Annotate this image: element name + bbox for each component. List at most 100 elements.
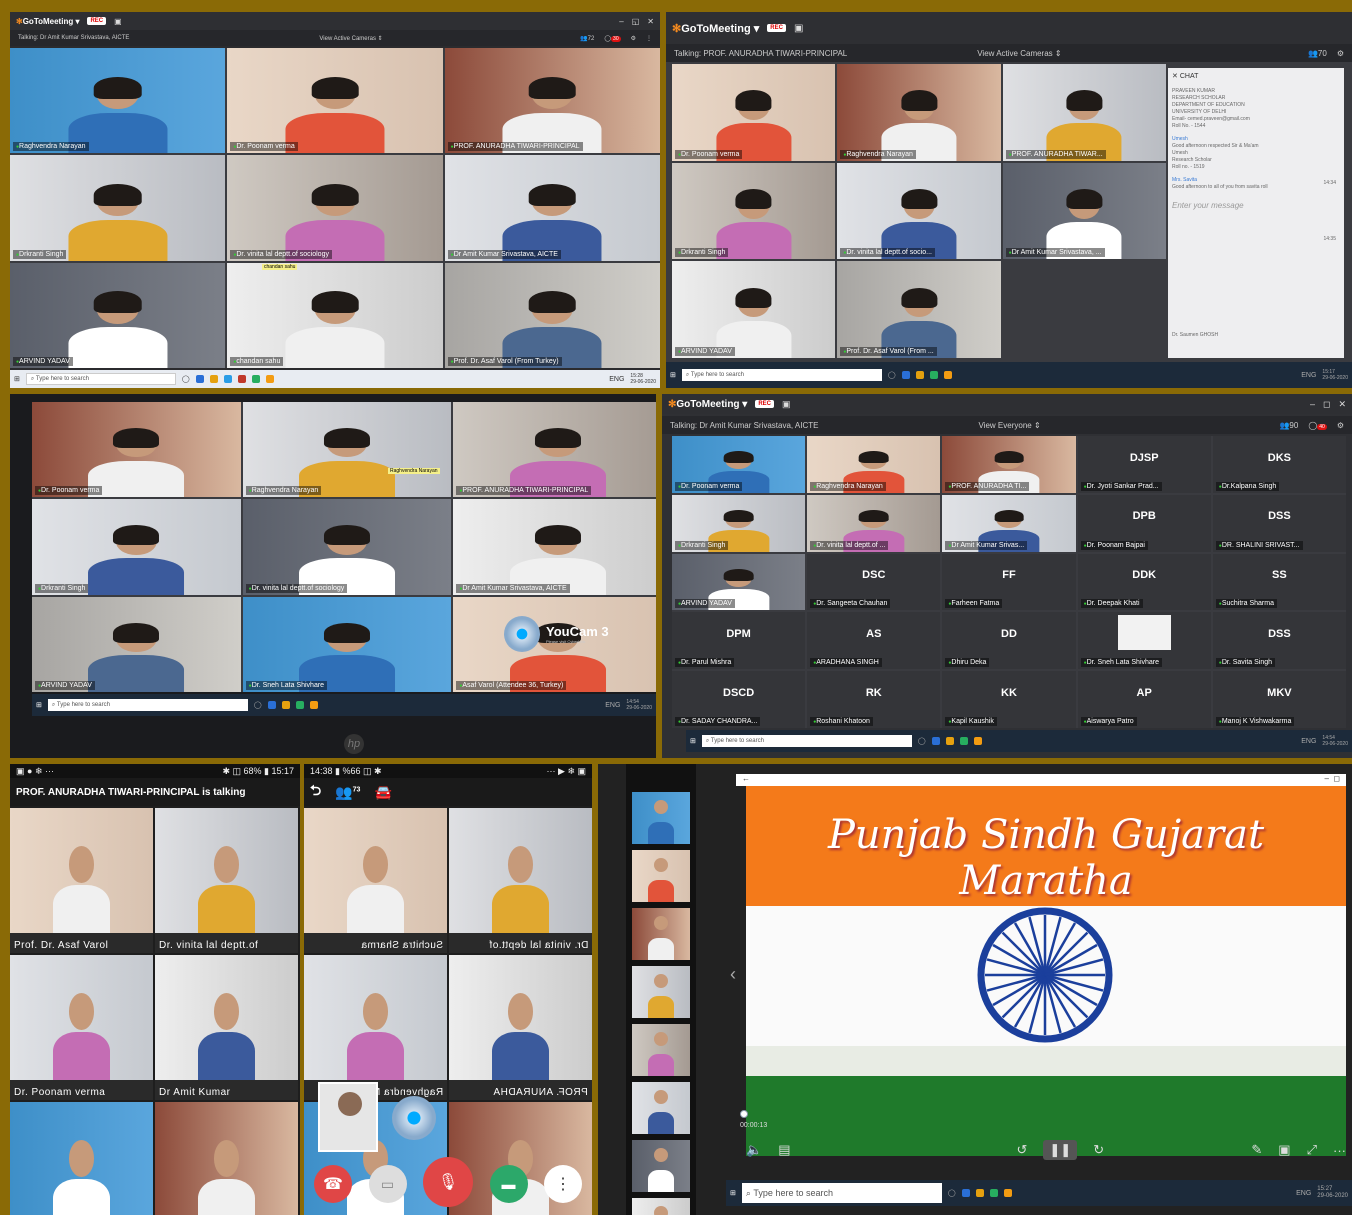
chrome-icon[interactable] (929, 371, 938, 379)
video-tile[interactable]: Raghvendra Narayan (10, 48, 226, 154)
view-cameras-dropdown[interactable]: View Active Cameras ⇕ (977, 49, 1061, 58)
more-icon[interactable]: ··· (1333, 1143, 1346, 1158)
chat-recipient[interactable]: Dr. Saumen GHOSH (1172, 332, 1218, 338)
video-tile[interactable]: ARVIND YADAV (10, 262, 226, 368)
explorer-icon[interactable] (975, 1189, 984, 1197)
edge-icon[interactable] (961, 1189, 970, 1197)
video-tile[interactable]: Dr. Poonam verma (32, 402, 241, 498)
app-logo[interactable]: ✻GoToMeeting ▾ (672, 22, 759, 35)
video-tile[interactable]: Dr. Poonam verma (227, 48, 443, 154)
initials-tile[interactable]: DJSP Dr. Jyoti Sankar Prad... (1077, 436, 1211, 493)
clock[interactable]: 14:54 29-06-2020 (626, 699, 652, 711)
phone-video-tile[interactable]: Dr. Poonam verma (10, 955, 153, 1100)
phone-video-tile[interactable]: Drkranti Singh (155, 1102, 298, 1215)
settings-icon[interactable]: ⚙ (631, 35, 636, 42)
language-indicator[interactable]: ENG (1301, 372, 1316, 379)
initials-tile[interactable]: KK Kapil Kaushik (942, 671, 1076, 728)
restore-icon[interactable]: ◱ (632, 17, 640, 26)
video-tile[interactable]: ARVIND YADAV (672, 553, 806, 611)
screen-share-icon[interactable]: ▣ (114, 17, 122, 26)
minimize-icon[interactable]: – (1310, 399, 1315, 409)
initials-tile[interactable]: Dr. Sneh Lata Shivhare (1077, 612, 1211, 670)
explorer-icon[interactable] (915, 371, 924, 379)
rewind-10-icon[interactable]: ↺ (1016, 1142, 1027, 1158)
video-tile[interactable]: Drkranti Singh (672, 494, 806, 552)
initials-tile[interactable]: RK Roshani Khatoon (807, 671, 941, 728)
more-options-icon[interactable]: ⋮ (544, 1165, 582, 1203)
language-indicator[interactable]: ENG (609, 376, 624, 383)
more-icon[interactable]: ⋮ (646, 35, 652, 42)
edge-icon[interactable] (901, 371, 910, 379)
video-tile[interactable]: Dr. vinita lal deptt.of sociology (242, 499, 452, 595)
edge-icon[interactable] (931, 737, 940, 745)
close-icon[interactable]: ✕ (1338, 399, 1346, 410)
video-tile[interactable]: Raghvendra Narayan (837, 64, 1001, 161)
edge-icon[interactable] (195, 375, 204, 383)
initials-tile[interactable]: AP Aiswarya Patro (1077, 671, 1211, 728)
window-controls[interactable]: – ◻ (1324, 774, 1340, 783)
language-indicator[interactable]: ENG (1296, 1190, 1311, 1197)
mic-muted-icon[interactable]: 🎙 (423, 1157, 473, 1207)
minimize-icon[interactable]: – (619, 17, 623, 26)
windows-start-icon[interactable]: ⊞ (690, 737, 696, 745)
chat-icon[interactable]: ◯ 40 (1308, 421, 1327, 430)
phone-video-tile[interactable]: PROF. ANURADHA (449, 955, 592, 1100)
windows-start-icon[interactable]: ⊞ (670, 371, 676, 379)
video-tile[interactable]: ARVIND YADAV (672, 261, 836, 358)
video-tile[interactable]: PROF. ANURADHA TIWARI-PRINCIPAL (453, 402, 656, 498)
phone-video-tile[interactable]: Dr. vinita lal deptt.of (449, 808, 592, 953)
video-tile[interactable]: Dr Amit Kumar Srivastava, AICTE (444, 155, 660, 261)
clock[interactable]: 14:54 29-06-2020 (1322, 735, 1348, 747)
video-tile[interactable]: Dr. vinita lal deptt.of socio... (837, 162, 1001, 260)
car-mode-icon[interactable]: 🚘 (374, 784, 391, 801)
explorer-icon[interactable] (281, 701, 290, 709)
initials-tile[interactable]: SS Suchitra Sharma (1212, 553, 1346, 611)
close-icon[interactable]: ✕ (647, 17, 654, 26)
video-tile[interactable]: Dr. vinita lal deptt.of ... (807, 494, 941, 552)
screen-share-icon[interactable]: ▣ (794, 23, 803, 34)
video-tile[interactable]: Dr. Poonam verma (672, 64, 836, 161)
gotomeeting-taskbar-icon[interactable] (309, 701, 318, 709)
explorer-icon[interactable] (209, 375, 218, 383)
taskbar-search[interactable]: ⌕ Type here to search (25, 373, 176, 385)
gotomeeting-taskbar-icon[interactable] (1003, 1189, 1012, 1197)
app-logo[interactable]: ✻GoToMeeting ▾ (668, 399, 747, 410)
video-tile[interactable]: Dr Amit Kumar Srivastava, AICTE (453, 499, 656, 595)
attendees-icon[interactable]: 👥90 (1279, 421, 1298, 430)
gotomeeting-taskbar-icon[interactable] (973, 737, 982, 745)
initials-tile[interactable]: DPB Dr. Poonam Bajpai (1077, 494, 1211, 552)
video-tile[interactable]: Prof. Dr. Asaf Varol (From ... (837, 261, 1001, 358)
initials-tile[interactable]: DD Dhiru Deka (942, 612, 1076, 670)
cortana-icon[interactable]: ◯ (182, 375, 190, 383)
taskbar-search[interactable]: ⌕ Type here to search (47, 699, 248, 711)
initials-tile[interactable]: AS ARADHANA SINGH (807, 612, 941, 670)
video-tile[interactable]: Drkranti Singh (32, 499, 241, 595)
video-tile[interactable]: Dr. Sneh Lata Shivhare (242, 596, 452, 692)
cortana-icon[interactable]: ◯ (888, 371, 896, 379)
explorer-icon[interactable] (945, 737, 954, 745)
video-tile[interactable]: Dr Amit Kumar Srivastava, ... (1002, 162, 1166, 260)
strip-thumbnail[interactable] (632, 1140, 690, 1192)
video-tile[interactable]: Dr Amit Kumar Srivas... (942, 494, 1076, 552)
initials-tile[interactable]: MKV Manoj K Vishwakarma (1212, 671, 1346, 728)
video-tile[interactable]: Drkranti Singh (10, 155, 226, 261)
cortana-icon[interactable]: ◯ (918, 737, 926, 745)
strip-thumbnail[interactable] (632, 850, 690, 902)
share-screen-icon[interactable]: ▬ (489, 1165, 528, 1203)
volume-icon[interactable]: 🔈 (746, 1142, 762, 1158)
initials-tile[interactable]: DSS Dr. Savita Singh (1212, 612, 1346, 670)
edge-icon[interactable] (267, 701, 276, 709)
initials-tile[interactable]: DPM Dr. Parul Mishra (672, 612, 806, 670)
screen-share-icon[interactable]: ▣ (782, 399, 791, 410)
initials-tile[interactable]: DSC Dr. Sangeeta Chauhan (807, 553, 941, 611)
phone-video-tile[interactable]: Suchitra Sharma (304, 808, 447, 953)
chrome-icon[interactable] (251, 375, 260, 383)
chat-icon[interactable]: ◯ 30 (604, 35, 621, 42)
taskbar-search[interactable]: ⌕ Type here to search (701, 735, 912, 747)
windows-start-icon[interactable]: ⊞ (730, 1189, 736, 1197)
strip-thumbnail[interactable] (632, 966, 690, 1018)
view-cameras-dropdown[interactable]: View Active Cameras ⇕ (319, 35, 382, 42)
phone-video-tile[interactable]: Raghvendra Narayan (304, 955, 447, 1100)
video-tile[interactable]: ARVIND YADAV (32, 596, 241, 692)
app-logo[interactable]: ✻GoToMeeting ▾ (16, 17, 79, 26)
